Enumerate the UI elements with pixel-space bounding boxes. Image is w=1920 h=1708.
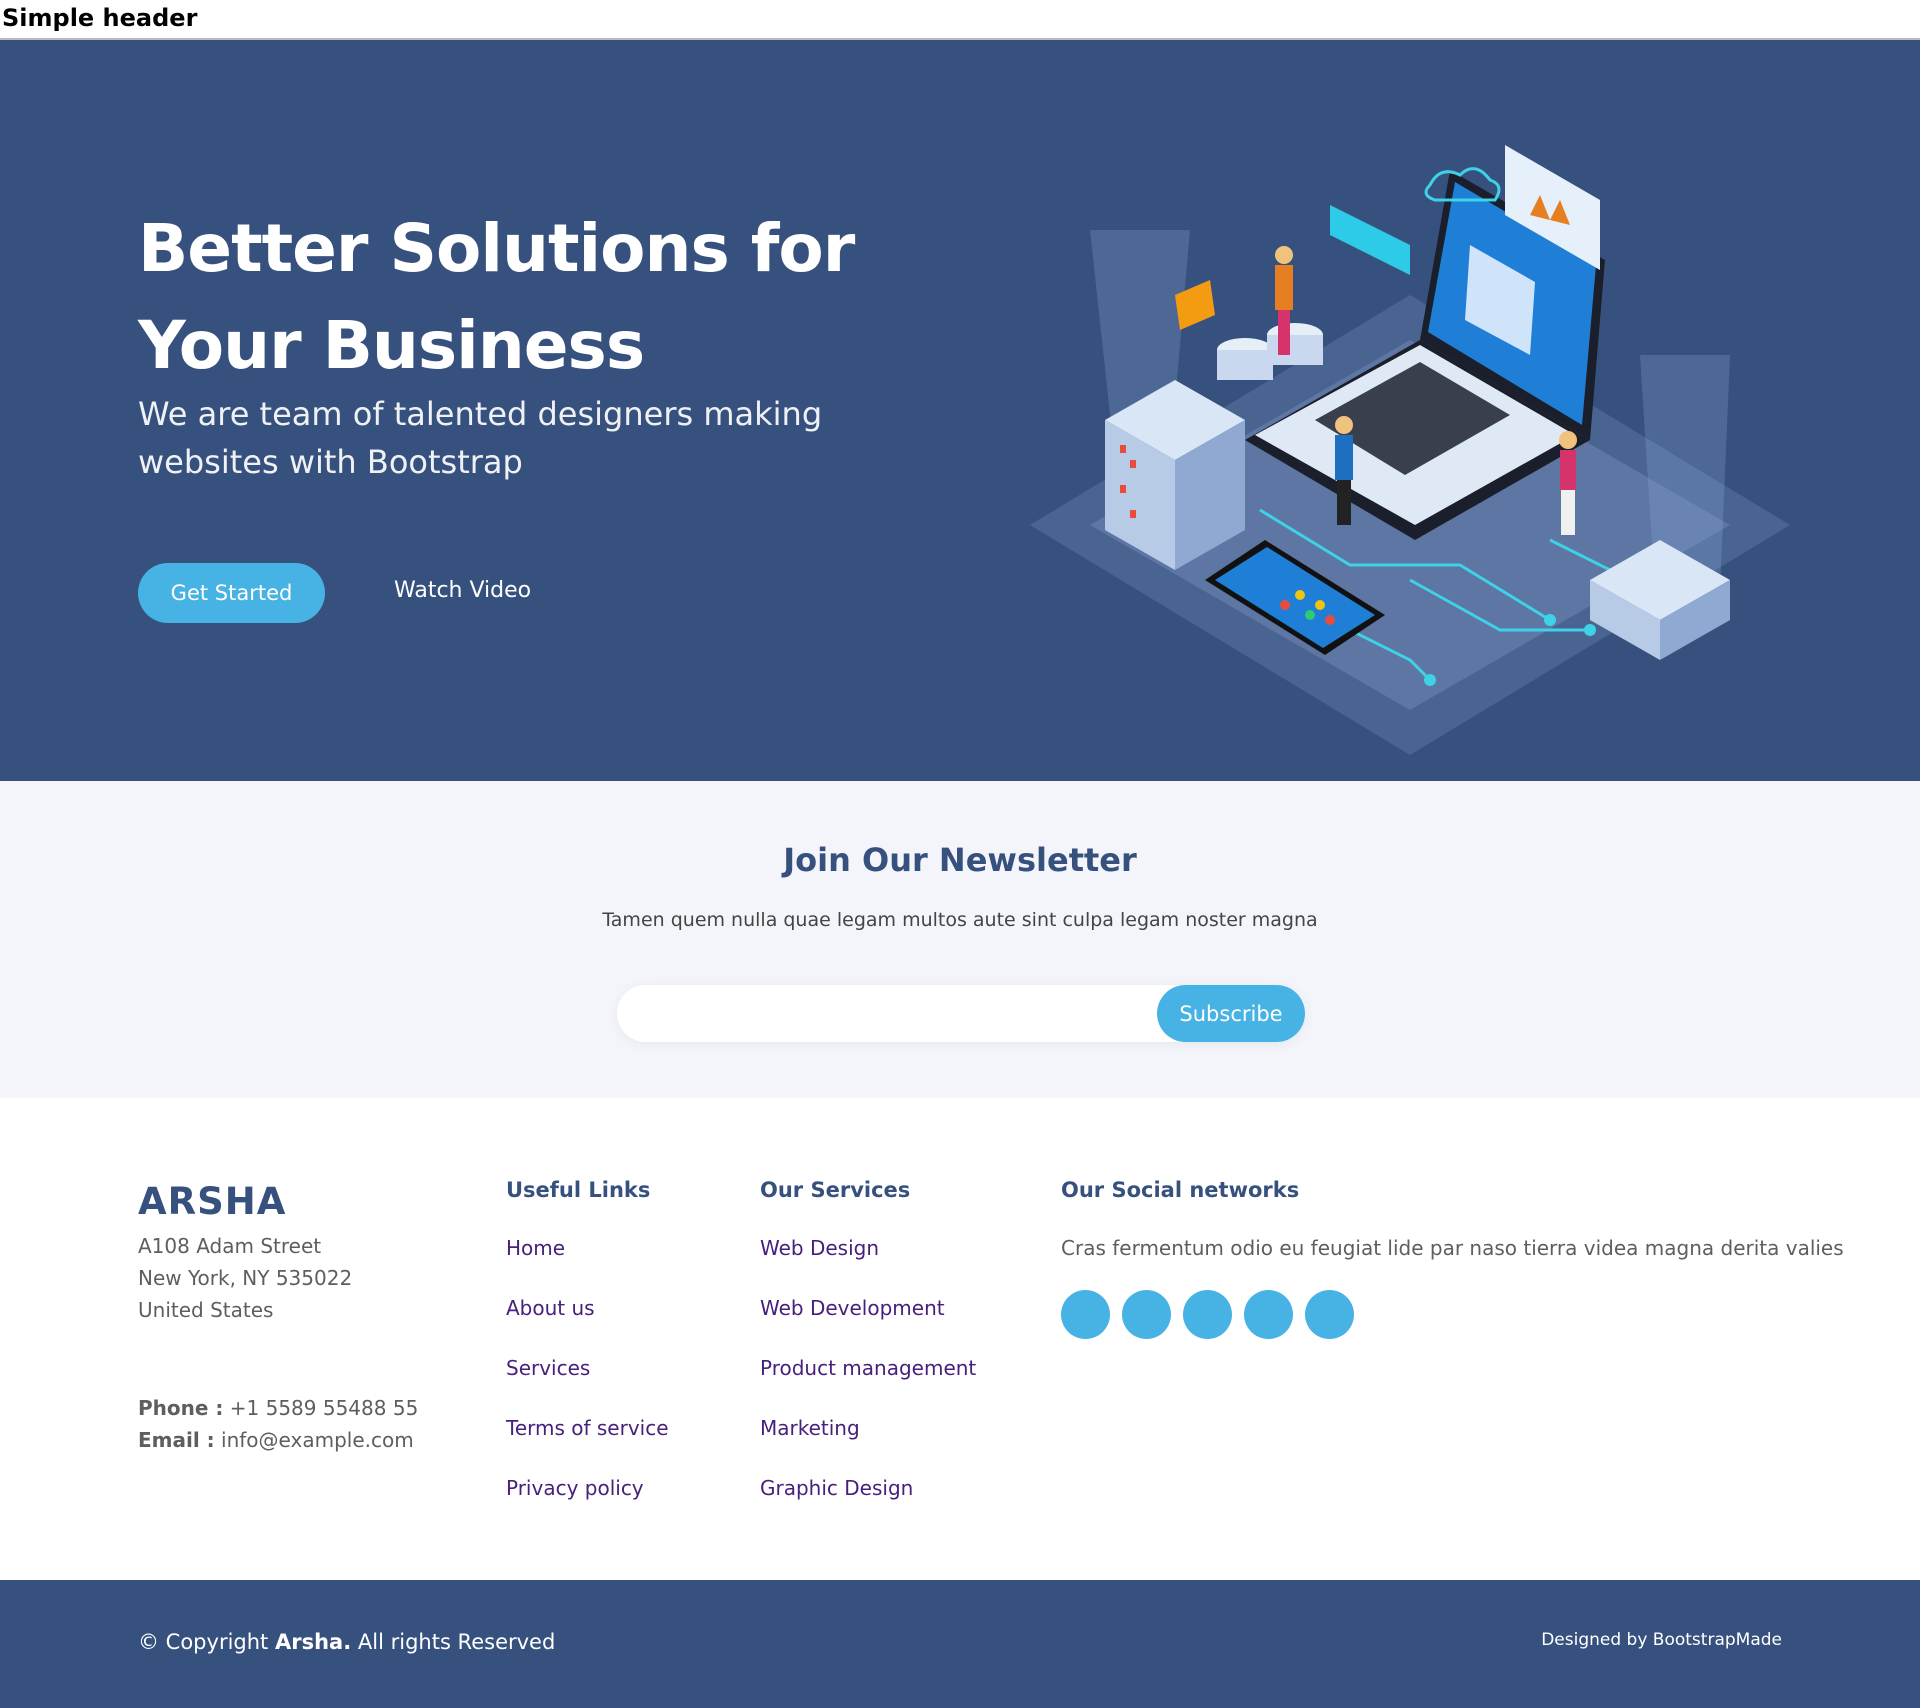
social-icon-2[interactable] bbox=[1122, 1290, 1171, 1339]
social-networks-title: Our Social networks bbox=[1061, 1178, 1300, 1202]
phone-value: +1 5589 55488 55 bbox=[229, 1396, 419, 1420]
copyright-bar: © Copyright Arsha. All rights Reserved D… bbox=[0, 1580, 1920, 1708]
designer-credit[interactable]: Designed by BootstrapMade bbox=[1541, 1630, 1782, 1650]
link-marketing[interactable]: Marketing bbox=[760, 1416, 976, 1476]
footer-address: A108 Adam Street New York, NY 535022 Uni… bbox=[138, 1230, 352, 1326]
footer-contact: Phone : +1 5589 55488 55 Email : info@ex… bbox=[138, 1392, 418, 1456]
copyright-text: © Copyright Arsha. All rights Reserved bbox=[138, 1630, 555, 1654]
hero-section: Better Solutions for Your Business We ar… bbox=[0, 40, 1920, 781]
footer-brand: ARSHA bbox=[138, 1180, 287, 1223]
newsletter-form: Subscribe bbox=[617, 985, 1305, 1042]
newsletter-email-input[interactable] bbox=[637, 985, 1137, 1042]
footer: ARSHA A108 Adam Street New York, NY 5350… bbox=[0, 1098, 1920, 1580]
address-line-3: United States bbox=[138, 1298, 274, 1322]
link-web-design[interactable]: Web Design bbox=[760, 1236, 976, 1296]
useful-links-title: Useful Links bbox=[506, 1178, 651, 1202]
subscribe-button[interactable]: Subscribe bbox=[1157, 985, 1305, 1042]
copyright-prefix: © Copyright bbox=[138, 1630, 269, 1654]
header-title: Simple header bbox=[2, 4, 198, 32]
social-icon-3[interactable] bbox=[1183, 1290, 1232, 1339]
hero-illustration bbox=[1030, 145, 1790, 755]
newsletter-section: Join Our Newsletter Tamen quem nulla qua… bbox=[0, 781, 1920, 1098]
social-icon-1[interactable] bbox=[1061, 1290, 1110, 1339]
social-networks-text: Cras fermentum odio eu feugiat lide par … bbox=[1061, 1236, 1844, 1260]
email-label: Email : bbox=[138, 1428, 215, 1452]
address-line-1: A108 Adam Street bbox=[138, 1234, 322, 1258]
social-icons-row bbox=[1061, 1290, 1354, 1339]
link-product-management[interactable]: Product management bbox=[760, 1356, 976, 1416]
link-about-us[interactable]: About us bbox=[506, 1296, 669, 1356]
copyright-suffix: All rights Reserved bbox=[357, 1630, 556, 1654]
link-terms-of-service[interactable]: Terms of service bbox=[506, 1416, 669, 1476]
link-graphic-design[interactable]: Graphic Design bbox=[760, 1476, 976, 1536]
social-icon-4[interactable] bbox=[1244, 1290, 1293, 1339]
get-started-button[interactable]: Get Started bbox=[138, 563, 325, 623]
our-services-list: Web Design Web Development Product manag… bbox=[760, 1236, 976, 1536]
address-line-2: New York, NY 535022 bbox=[138, 1266, 353, 1290]
email-value: info@example.com bbox=[221, 1428, 414, 1452]
copyright-brand: Arsha. bbox=[274, 1630, 352, 1654]
newsletter-text: Tamen quem nulla quae legam multos aute … bbox=[602, 909, 1318, 931]
link-home[interactable]: Home bbox=[506, 1236, 669, 1296]
link-services[interactable]: Services bbox=[506, 1356, 669, 1416]
hero-subtitle: We are team of talented designers making… bbox=[138, 395, 823, 481]
useful-links-list: Home About us Services Terms of service … bbox=[506, 1236, 669, 1536]
link-web-development[interactable]: Web Development bbox=[760, 1296, 976, 1356]
social-icon-5[interactable] bbox=[1305, 1290, 1354, 1339]
email-row: Email : info@example.com bbox=[138, 1424, 418, 1456]
simple-header: Simple header bbox=[0, 0, 1920, 40]
watch-video-link[interactable]: Watch Video bbox=[394, 578, 531, 603]
hero-title: Better Solutions for Your Business bbox=[138, 210, 855, 384]
newsletter-title: Join Our Newsletter bbox=[783, 841, 1137, 879]
our-services-title: Our Services bbox=[760, 1178, 911, 1202]
phone-row: Phone : +1 5589 55488 55 bbox=[138, 1392, 418, 1424]
phone-label: Phone : bbox=[138, 1396, 224, 1420]
link-privacy-policy[interactable]: Privacy policy bbox=[506, 1476, 669, 1536]
